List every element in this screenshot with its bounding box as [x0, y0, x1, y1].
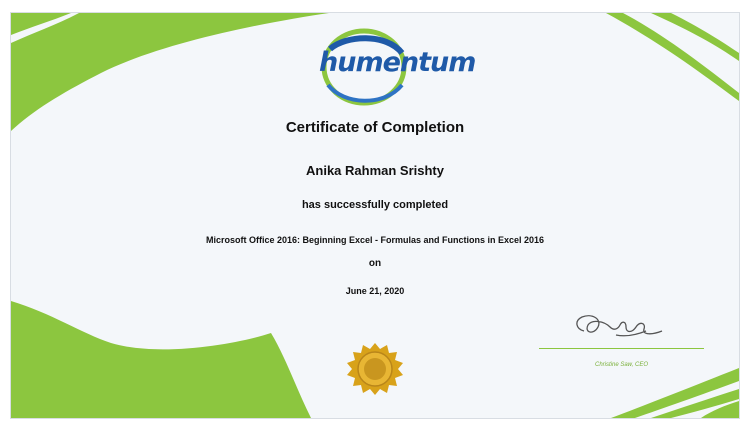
signer-name: Christine Saw, CEO: [594, 362, 649, 368]
logo-wordmark: humentum: [319, 47, 476, 78]
recipient-name: Anika Rahman Srishty: [306, 163, 444, 178]
top-right-stripe-2: [651, 13, 739, 61]
bottom-left-swoosh: [11, 301, 311, 418]
certificate: humentum Certificate of Completion Anika…: [10, 12, 740, 419]
completed-text: has successfully completed: [301, 199, 449, 211]
certificate-title: Certificate of Completion: [285, 119, 465, 136]
top-left-swoosh: [11, 13, 329, 131]
course-name: Microsoft Office 2016: Beginning Excel -…: [205, 235, 545, 245]
signature-line: [539, 348, 704, 349]
completion-date: June 21, 2020: [345, 286, 405, 296]
ceo-signature: [576, 315, 663, 337]
gold-seal-icon: [347, 343, 403, 395]
on-text: on: [368, 258, 382, 269]
top-right-stripe-1: [606, 13, 739, 101]
